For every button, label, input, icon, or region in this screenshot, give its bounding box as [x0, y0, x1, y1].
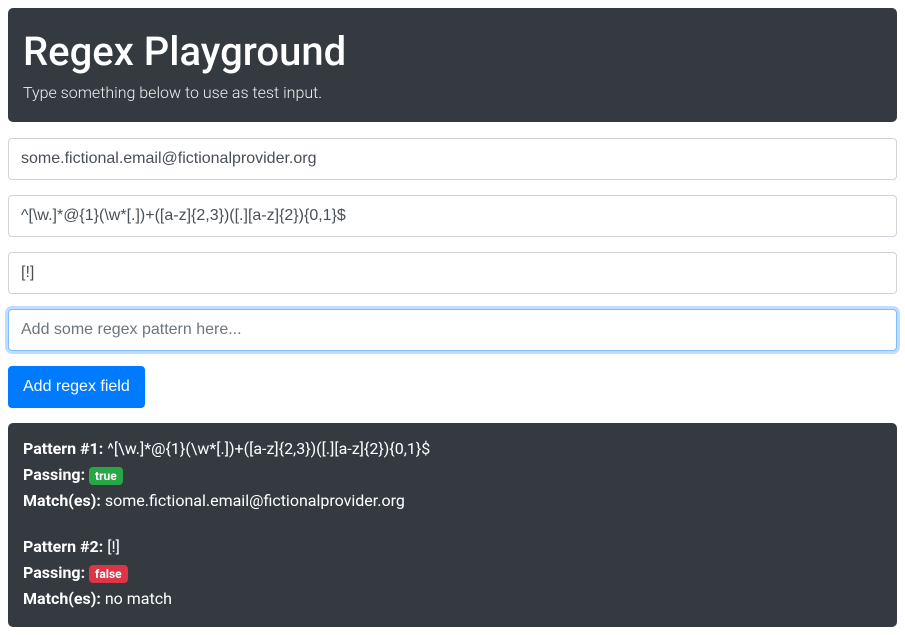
passing-badge-true: true	[89, 467, 123, 485]
result-block-1: Pattern #1: ^[\w.]*@{1}(\w*[.])+([a-z]{2…	[23, 437, 882, 513]
passing-badge-false: false	[89, 565, 128, 583]
result-matches-line: Match(es): some.fictional.email@fictiona…	[23, 489, 882, 513]
pattern-input-1[interactable]	[8, 195, 897, 237]
add-regex-button[interactable]: Add regex field	[8, 366, 145, 408]
pattern-input-2[interactable]	[8, 252, 897, 294]
pattern-input-3[interactable]	[8, 309, 897, 351]
results-panel: Pattern #1: ^[\w.]*@{1}(\w*[.])+([a-z]{2…	[8, 423, 897, 627]
header-jumbotron: Regex Playground Type something below to…	[8, 8, 897, 122]
page-subtitle: Type something below to use as test inpu…	[23, 83, 882, 102]
page-title: Regex Playground	[23, 28, 882, 75]
result-matches-line: Match(es): no match	[23, 587, 882, 611]
result-pattern-line: Pattern #1: ^[\w.]*@{1}(\w*[.])+([a-z]{2…	[23, 437, 882, 461]
result-pattern-line: Pattern #2: [!]	[23, 535, 882, 559]
result-passing-line: Passing: true	[23, 463, 882, 487]
result-passing-line: Passing: false	[23, 561, 882, 585]
test-string-input[interactable]	[8, 138, 897, 180]
